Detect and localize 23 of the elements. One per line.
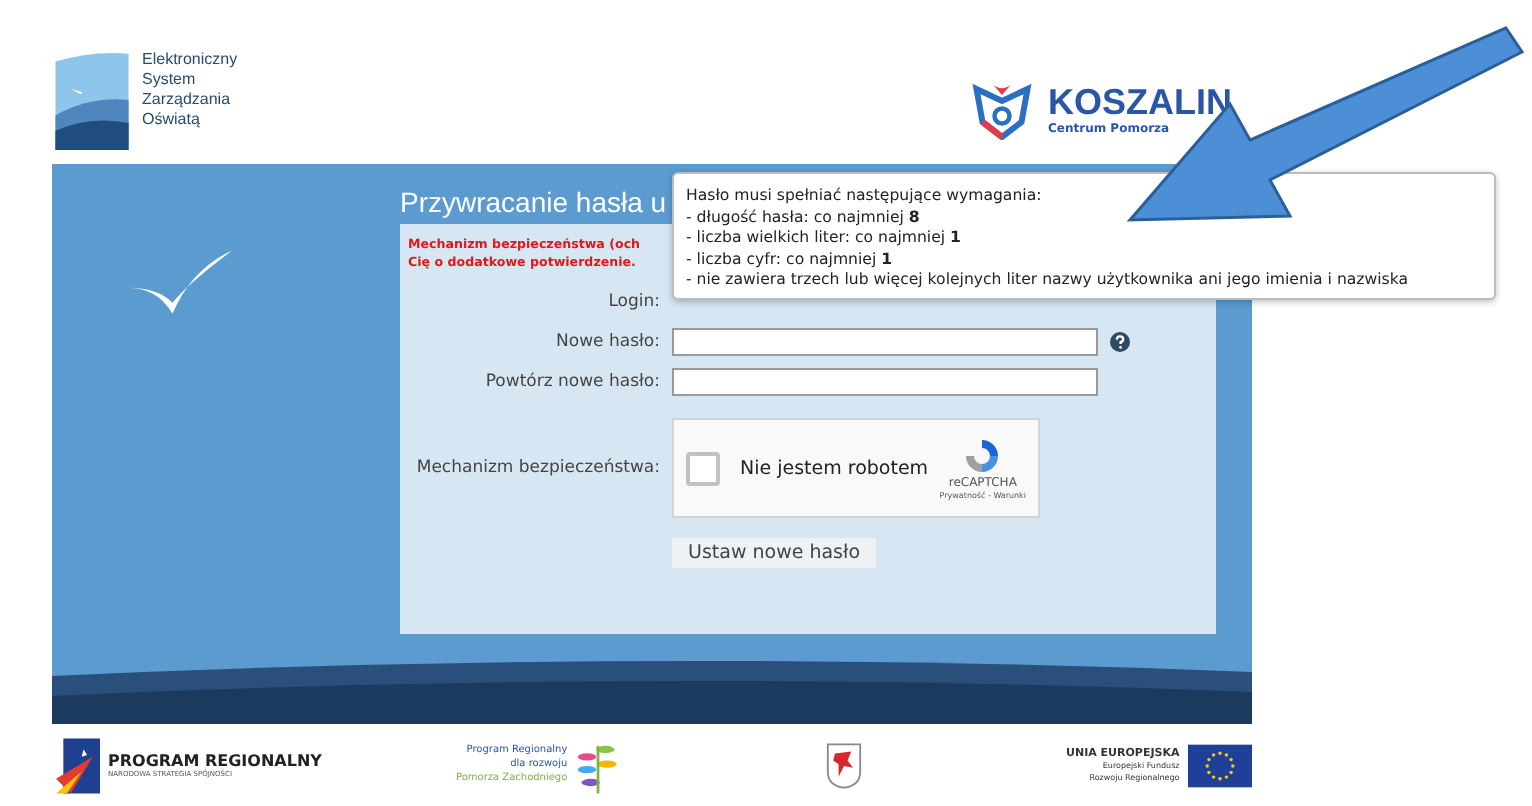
logo-text: Zarządzania (142, 90, 233, 110)
field-label: Powtórz nowe hasło: (483, 372, 660, 392)
password-field[interactable] (672, 368, 1098, 396)
submit-button[interactable]: Ustaw nowe hasło (672, 537, 877, 567)
password-field[interactable] (672, 328, 1098, 356)
logo-text: Elektroniczny (142, 50, 238, 70)
field-label: Login: (606, 292, 660, 312)
field-label: Nowe hasło: (554, 332, 660, 352)
eu-flag-icon (1187, 743, 1252, 787)
city-name: KOSZALIN (1048, 84, 1232, 122)
crest-icon (826, 741, 862, 789)
logo-text: PROGRAM REGIONALNY (108, 752, 322, 770)
recaptcha-icon (962, 436, 1003, 476)
captcha-checkbox[interactable] (686, 451, 720, 485)
page-title: Przywracanie hasła u (400, 184, 667, 222)
logo-text: Oświatą (142, 110, 202, 130)
system-logo-icon (54, 50, 130, 150)
help-icon[interactable] (1110, 332, 1130, 352)
captcha-label: Nie jestem robotem (740, 457, 929, 479)
logo-text: System (142, 70, 198, 90)
field-label: Mechanizm bezpieczeństwa: (414, 458, 660, 478)
star-flag-icon (56, 737, 100, 793)
heart-shield-icon (972, 80, 1032, 140)
